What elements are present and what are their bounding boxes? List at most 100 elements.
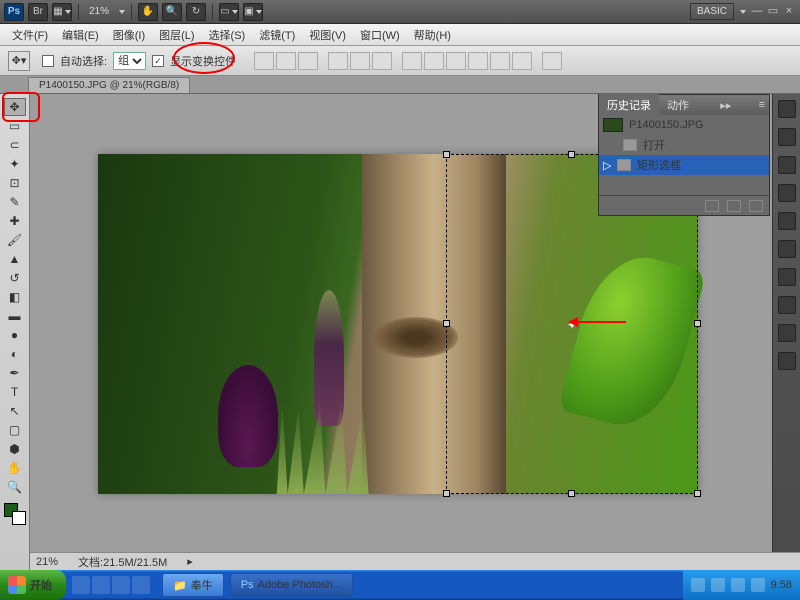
dock-icon[interactable] bbox=[778, 184, 796, 202]
ql-icon[interactable] bbox=[72, 576, 90, 594]
tab-actions[interactable]: 动作 bbox=[659, 94, 697, 116]
align-hcenter-icon[interactable] bbox=[350, 52, 370, 70]
hand-tool-icon[interactable]: ✋ bbox=[4, 459, 26, 477]
marquee-tool-icon[interactable]: ▭ bbox=[4, 117, 26, 135]
stamp-tool-icon[interactable]: ▲ bbox=[4, 250, 26, 268]
layout-icon[interactable]: ▦ bbox=[52, 3, 72, 21]
tray-icon[interactable] bbox=[711, 578, 725, 592]
transform-handle[interactable] bbox=[443, 320, 450, 327]
heal-tool-icon[interactable]: ✚ bbox=[4, 212, 26, 230]
brush-tool-icon[interactable]: 🖌 bbox=[4, 231, 26, 249]
distribute-hcenter-icon[interactable] bbox=[490, 52, 510, 70]
zoom-tool-icon[interactable]: 🔍 bbox=[162, 3, 182, 21]
zoom-tool-icon[interactable]: 🔍 bbox=[4, 478, 26, 496]
menu-help[interactable]: 帮助(H) bbox=[408, 25, 457, 45]
eraser-tool-icon[interactable]: ◧ bbox=[4, 288, 26, 306]
bridge-icon[interactable]: Br bbox=[28, 3, 48, 21]
panel-menu-icon[interactable]: ≡ bbox=[755, 99, 769, 111]
taskbar-task[interactable]: PsAdobe Photosh... bbox=[230, 573, 353, 597]
distribute-top-icon[interactable] bbox=[402, 52, 422, 70]
new-document-icon[interactable] bbox=[705, 200, 719, 212]
panel-collapse-icon[interactable]: ▸▸ bbox=[716, 99, 735, 112]
arrange-icon[interactable]: ▭ bbox=[219, 3, 239, 21]
tab-history[interactable]: 历史记录 bbox=[599, 94, 659, 116]
dodge-tool-icon[interactable]: ◐ bbox=[4, 345, 26, 363]
dock-icon[interactable] bbox=[778, 128, 796, 146]
history-snapshot-row[interactable]: P1400150.JPG bbox=[599, 115, 769, 135]
dock-icon[interactable] bbox=[778, 212, 796, 230]
auto-align-icon[interactable] bbox=[542, 52, 562, 70]
tray-icon[interactable] bbox=[731, 578, 745, 592]
document-tab[interactable]: P1400150.JPG @ 21%(RGB/8) bbox=[28, 77, 190, 93]
distribute-bottom-icon[interactable] bbox=[446, 52, 466, 70]
move-tool-icon[interactable]: ✥ bbox=[4, 98, 26, 116]
start-button[interactable]: 开始 bbox=[0, 570, 66, 600]
ql-icon[interactable] bbox=[132, 576, 150, 594]
ql-icon[interactable] bbox=[92, 576, 110, 594]
hand-tool-icon[interactable]: ✋ bbox=[138, 3, 158, 21]
transform-handle[interactable] bbox=[568, 490, 575, 497]
eyedropper-tool-icon[interactable]: ✎ bbox=[4, 193, 26, 211]
menu-select[interactable]: 选择(S) bbox=[203, 25, 252, 45]
dock-icon[interactable] bbox=[778, 156, 796, 174]
dock-icon[interactable] bbox=[778, 352, 796, 370]
menu-image[interactable]: 图像(I) bbox=[107, 25, 151, 45]
path-tool-icon[interactable]: ↖ bbox=[4, 402, 26, 420]
transform-handle[interactable] bbox=[443, 151, 450, 158]
ql-icon[interactable] bbox=[112, 576, 130, 594]
transform-handle[interactable] bbox=[694, 320, 701, 327]
menu-layer[interactable]: 图层(L) bbox=[153, 25, 200, 45]
dock-icon[interactable] bbox=[778, 324, 796, 342]
pen-tool-icon[interactable]: ✒ bbox=[4, 364, 26, 382]
taskbar-task[interactable]: 📁奉牛 bbox=[162, 573, 224, 597]
tray-icon[interactable] bbox=[751, 578, 765, 592]
move-tool-indicator-icon[interactable]: ✥▾ bbox=[8, 51, 30, 71]
transform-handle[interactable] bbox=[568, 151, 575, 158]
distribute-left-icon[interactable] bbox=[468, 52, 488, 70]
delete-icon[interactable] bbox=[749, 200, 763, 212]
align-vcenter-icon[interactable] bbox=[276, 52, 296, 70]
align-bottom-icon[interactable] bbox=[298, 52, 318, 70]
zoom-level[interactable]: 21% bbox=[85, 6, 113, 17]
gradient-tool-icon[interactable]: ▬ bbox=[4, 307, 26, 325]
wand-tool-icon[interactable]: ✦ bbox=[4, 155, 26, 173]
align-left-icon[interactable] bbox=[328, 52, 348, 70]
distribute-right-icon[interactable] bbox=[512, 52, 532, 70]
crop-tool-icon[interactable]: ⊡ bbox=[4, 174, 26, 192]
blur-tool-icon[interactable]: ● bbox=[4, 326, 26, 344]
dock-icon[interactable] bbox=[778, 240, 796, 258]
new-snapshot-icon[interactable] bbox=[727, 200, 741, 212]
transform-handle[interactable] bbox=[694, 490, 701, 497]
dock-icon[interactable] bbox=[778, 268, 796, 286]
auto-select-dropdown[interactable]: 组 bbox=[113, 52, 146, 70]
color-swatch[interactable] bbox=[4, 503, 26, 525]
tray-icon[interactable] bbox=[691, 578, 705, 592]
status-zoom[interactable]: 21% bbox=[36, 556, 58, 568]
menu-filter[interactable]: 滤镜(T) bbox=[253, 25, 301, 45]
align-top-icon[interactable] bbox=[254, 52, 274, 70]
history-item-row[interactable]: 打开 bbox=[599, 135, 769, 155]
distribute-vcenter-icon[interactable] bbox=[424, 52, 444, 70]
menu-view[interactable]: 视图(V) bbox=[303, 25, 352, 45]
3d-tool-icon[interactable]: ⬢ bbox=[4, 440, 26, 458]
shape-tool-icon[interactable]: ▢ bbox=[4, 421, 26, 439]
screen-mode-icon[interactable]: ▣ bbox=[243, 3, 263, 21]
dock-icon[interactable] bbox=[778, 100, 796, 118]
menu-file[interactable]: 文件(F) bbox=[6, 25, 54, 45]
close-icon[interactable]: × bbox=[782, 5, 796, 19]
history-brush-tool-icon[interactable]: ↺ bbox=[4, 269, 26, 287]
lasso-tool-icon[interactable]: ⊂ bbox=[4, 136, 26, 154]
clock[interactable]: 9:58 bbox=[771, 579, 792, 591]
history-item-row[interactable]: ▷ 矩形选框 bbox=[599, 155, 769, 175]
canvas-area[interactable]: ✦ 历史记录 动作 ▸▸ ≡ P1400150.JPG 打开 ▷ 矩形选框 bbox=[30, 94, 800, 570]
rotate-view-icon[interactable]: ↻ bbox=[186, 3, 206, 21]
restore-icon[interactable]: ▭ bbox=[766, 5, 780, 19]
menu-edit[interactable]: 编辑(E) bbox=[56, 25, 105, 45]
menu-window[interactable]: 窗口(W) bbox=[354, 25, 406, 45]
dock-icon[interactable] bbox=[778, 296, 796, 314]
show-transform-checkbox[interactable] bbox=[152, 55, 164, 67]
workspace-switcher[interactable]: BASIC bbox=[690, 3, 734, 20]
align-right-icon[interactable] bbox=[372, 52, 392, 70]
status-doc-size[interactable]: 文档:21.5M/21.5M bbox=[78, 554, 167, 570]
minimize-icon[interactable]: — bbox=[750, 5, 764, 19]
